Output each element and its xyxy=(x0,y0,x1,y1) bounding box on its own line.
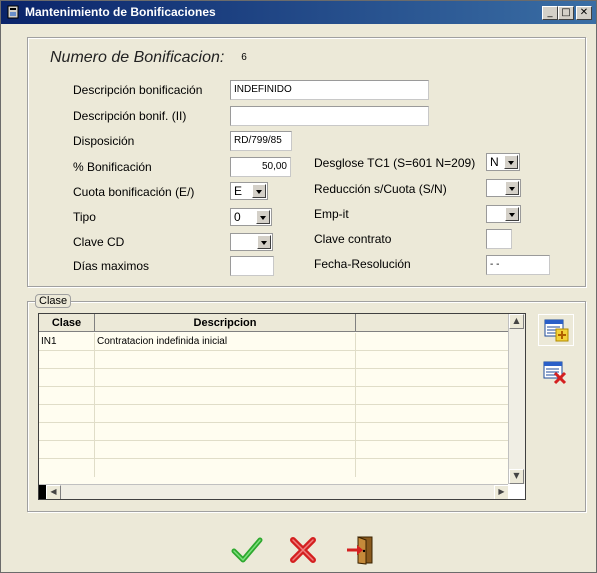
cell-empty xyxy=(356,333,509,351)
grid-header: Clase Descripcion xyxy=(39,314,509,332)
clave-cd-select[interactable] xyxy=(230,233,273,251)
porc-bonificacion-label: % Bonificación xyxy=(73,160,152,174)
scroll-up-icon[interactable]: ▲ xyxy=(509,314,524,329)
add-row-button[interactable] xyxy=(538,314,574,346)
reduccion-label: Reducción s/Cuota (S/N) xyxy=(314,182,447,196)
desglose-value: N xyxy=(490,155,499,169)
porc-bonificacion-field[interactable]: 50,00 xyxy=(230,157,291,177)
chevron-down-icon[interactable] xyxy=(505,181,519,195)
tipo-select[interactable]: 0 xyxy=(230,208,272,226)
col-header-descripcion[interactable]: Descripcion xyxy=(95,314,356,332)
vertical-scrollbar[interactable]: ▲ ▼ xyxy=(508,314,525,484)
clave-contrato-field[interactable] xyxy=(486,229,512,249)
cell-descripcion xyxy=(95,351,356,369)
cell-descripcion xyxy=(95,441,356,459)
chevron-down-icon[interactable] xyxy=(504,155,518,169)
scroll-position-marker xyxy=(39,485,46,499)
disposicion-label: Disposición xyxy=(73,134,135,148)
cuota-value: E xyxy=(234,184,243,198)
fecha-resolucion-field[interactable]: - - xyxy=(486,255,550,275)
scroll-corner xyxy=(508,484,525,499)
table-row[interactable] xyxy=(39,369,509,387)
horizontal-scrollbar[interactable]: ◀ ▶ xyxy=(39,484,509,499)
col-header-empty[interactable] xyxy=(356,314,509,332)
maximize-button[interactable]: □ xyxy=(558,6,574,20)
delete-row-icon xyxy=(543,361,567,385)
add-row-icon xyxy=(538,314,574,346)
desglose-label: Desglose TC1 (S=601 N=209) xyxy=(314,156,476,170)
disposicion-field[interactable]: RD/799/85 xyxy=(230,131,292,151)
chevron-down-icon[interactable] xyxy=(252,184,266,198)
chevron-down-icon[interactable] xyxy=(256,210,270,224)
chevron-down-icon[interactable] xyxy=(505,207,519,221)
numero-label: Numero de Bonificacion: xyxy=(50,49,225,66)
delete-row-button[interactable] xyxy=(538,356,574,388)
exit-door-icon xyxy=(347,536,373,565)
clase-grid[interactable]: Clase Descripcion IN1 Contratacion indef… xyxy=(38,313,526,500)
title-bar[interactable]: Mantenimiento de Bonificaciones _ □ ✕ xyxy=(1,1,596,24)
cell-descripcion xyxy=(95,405,356,423)
dias-maximos-field[interactable] xyxy=(230,256,274,276)
tipo-value: 0 xyxy=(234,210,241,224)
clave-contrato-label: Clave contrato xyxy=(314,232,392,246)
chevron-down-icon[interactable] xyxy=(257,235,271,249)
table-row[interactable] xyxy=(39,351,509,369)
cell-clase xyxy=(39,405,95,423)
clase-group-legend: Clase xyxy=(35,294,72,308)
cell-clase xyxy=(39,423,95,441)
cell-descripcion xyxy=(95,423,356,441)
red-x-icon xyxy=(290,537,316,563)
close-button[interactable]: ✕ xyxy=(576,6,592,20)
cancel-button[interactable] xyxy=(287,534,319,566)
cell-clase xyxy=(39,351,95,369)
descripcion2-label: Descripción bonif. (II) xyxy=(73,109,187,123)
tipo-label: Tipo xyxy=(73,210,96,224)
table-row[interactable] xyxy=(39,459,509,477)
cell-descripcion xyxy=(95,459,356,477)
cell-clase xyxy=(39,459,95,477)
table-row[interactable] xyxy=(39,441,509,459)
scroll-right-icon[interactable]: ▶ xyxy=(494,485,509,499)
descripcion-field[interactable]: INDEFINIDO xyxy=(230,80,429,100)
descripcion-label: Descripción bonificación xyxy=(73,83,203,97)
ok-button[interactable] xyxy=(231,534,263,566)
col-header-clase[interactable]: Clase xyxy=(39,314,95,332)
scroll-left-icon[interactable]: ◀ xyxy=(46,485,61,499)
exit-button[interactable] xyxy=(344,534,376,566)
emp-it-select[interactable] xyxy=(486,205,521,223)
cell-clase xyxy=(39,387,95,405)
checkmark-icon xyxy=(231,537,263,563)
clave-cd-label: Clave CD xyxy=(73,235,125,249)
app-icon xyxy=(7,5,19,19)
reduccion-select[interactable] xyxy=(486,179,521,197)
emp-it-label: Emp-it xyxy=(314,207,349,221)
scroll-down-icon[interactable]: ▼ xyxy=(509,469,524,484)
main-window: Mantenimiento de Bonificaciones _ □ ✕ Nu… xyxy=(0,0,597,573)
descripcion2-field[interactable] xyxy=(230,106,429,126)
cell-descripcion xyxy=(95,387,356,405)
cuota-label: Cuota bonificación (E/) xyxy=(73,185,195,199)
window-title: Mantenimiento de Bonificaciones xyxy=(25,5,216,19)
table-row[interactable] xyxy=(39,387,509,405)
cell-clase xyxy=(39,369,95,387)
cuota-select[interactable]: E xyxy=(230,182,268,200)
cell-descripcion xyxy=(95,369,356,387)
dias-maximos-label: Días maximos xyxy=(73,259,150,273)
table-row[interactable] xyxy=(39,405,509,423)
table-row[interactable] xyxy=(39,423,509,441)
fecha-resolucion-label: Fecha-Resolución xyxy=(314,257,411,271)
table-row[interactable]: IN1 Contratacion indefinida inicial xyxy=(39,333,509,351)
cell-clase xyxy=(39,441,95,459)
cell-descripcion: Contratacion indefinida inicial xyxy=(95,333,356,351)
cell-clase: IN1 xyxy=(39,333,95,351)
numero-field: 6 xyxy=(230,48,258,68)
minimize-button[interactable]: _ xyxy=(542,6,558,20)
desglose-select[interactable]: N xyxy=(486,153,520,171)
